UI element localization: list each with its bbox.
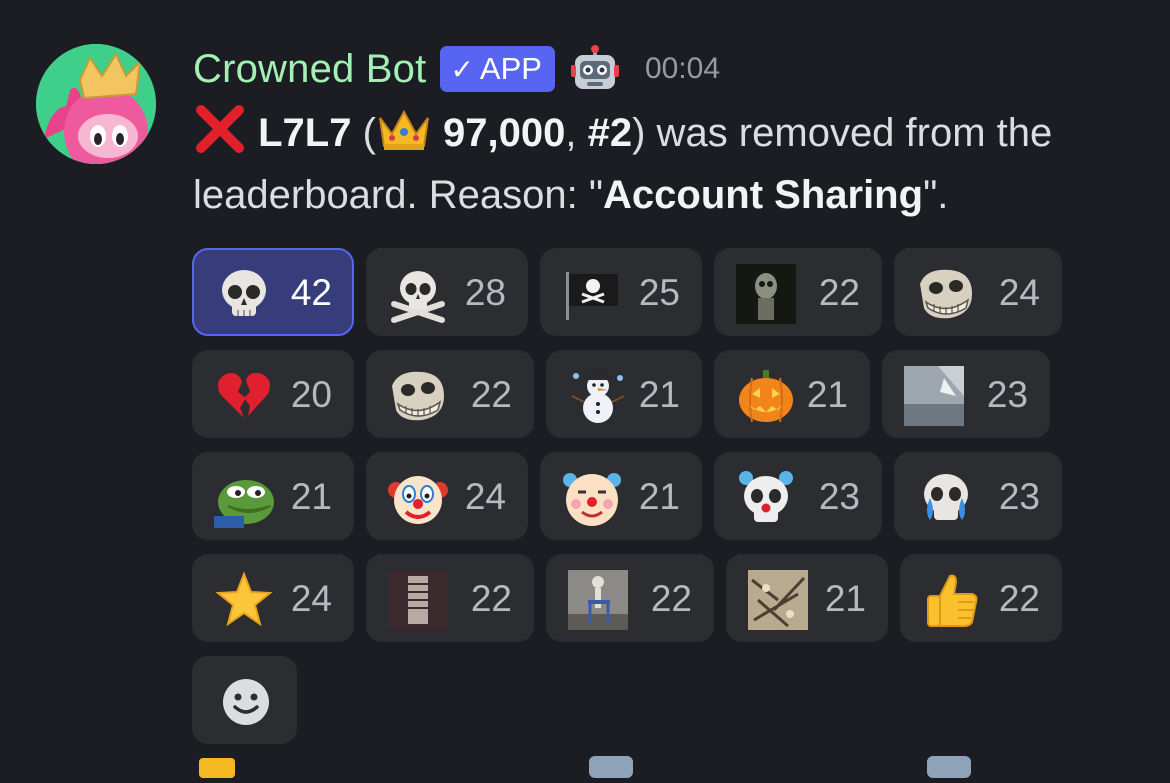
timestamp: 00:04 <box>644 52 721 85</box>
reaction-count: 21 <box>824 578 866 619</box>
reaction-count: 22 <box>998 578 1040 619</box>
reaction-custom-skeleton-walker[interactable]: 22 <box>546 554 714 642</box>
reaction-custom-crying-skull[interactable]: 23 <box>894 452 1062 540</box>
cross-mark-icon <box>196 105 244 153</box>
broken-heart-icon <box>218 372 270 418</box>
author-name[interactable]: Crowned Bot <box>193 47 426 92</box>
reaction-count: 28 <box>464 272 506 313</box>
reaction-skull-and-crossbones[interactable]: 28 <box>366 248 528 336</box>
reaction-count: 21 <box>806 374 848 415</box>
reaction-count: 22 <box>470 374 512 415</box>
reaction-custom-clown[interactable]: 21 <box>540 452 702 540</box>
skull-and-crossbones-icon <box>391 271 445 323</box>
leaderboard-rank: #2 <box>587 111 633 155</box>
avatar[interactable] <box>36 44 156 164</box>
reaction-star[interactable]: 24 <box>192 554 354 642</box>
reaction-count: 23 <box>998 476 1040 517</box>
reaction-count: 24 <box>290 578 332 619</box>
crown-count: 97,000 <box>443 111 566 155</box>
custom-pepe-frog-icon <box>214 480 274 528</box>
app-badge: ✓ APP <box>440 46 555 92</box>
reaction-clown-face[interactable]: 24 <box>366 452 528 540</box>
reaction-snowman[interactable]: 21 <box>546 350 702 438</box>
reaction-custom-troll-skull[interactable]: 22 <box>366 350 534 438</box>
pirate-flag-icon <box>566 272 618 320</box>
app-badge-label: APP <box>479 51 542 86</box>
removed-user: L7L7 <box>258 111 352 155</box>
reaction-count: 21 <box>638 476 680 517</box>
message-header: Crowned Bot ✓ APP 00:04 <box>193 38 720 100</box>
checkmark-icon: ✓ <box>450 53 474 85</box>
jack-o-lantern-icon <box>739 370 793 423</box>
reaction-thumbs-up[interactable]: 22 <box>900 554 1062 642</box>
custom-clown-skull-icon <box>739 471 793 522</box>
add-reaction-button[interactable] <box>192 656 297 744</box>
reaction-broken-heart[interactable]: 20 <box>192 350 354 438</box>
message-end: ". <box>923 173 949 217</box>
reaction-skull[interactable]: 42 <box>192 248 354 336</box>
custom-troll-skull-icon <box>920 269 972 319</box>
reaction-jack-o-lantern[interactable]: 21 <box>714 350 870 438</box>
custom-skeleton-image-icon <box>736 264 796 324</box>
star-icon <box>215 571 273 627</box>
reaction-custom-pepe-frog[interactable]: 21 <box>192 452 354 540</box>
separator: , <box>565 111 588 155</box>
reaction-custom-skeleton-image[interactable]: 22 <box>366 554 534 642</box>
thumbs-up-icon <box>927 574 978 627</box>
reaction-count: 22 <box>470 578 512 619</box>
reaction-count: 23 <box>986 374 1028 415</box>
custom-crying-skull-icon <box>924 474 968 520</box>
custom-skeleton-walker-icon <box>568 570 628 630</box>
reaction-count: 24 <box>998 272 1040 313</box>
clipped-content <box>199 756 971 778</box>
custom-skeleton-image-icon <box>388 570 448 630</box>
custom-skeleton-pile-icon <box>748 570 808 630</box>
custom-troll-skull-icon <box>392 371 444 421</box>
reaction-custom-clown-skull[interactable]: 23 <box>714 452 882 540</box>
fall-guys-crown-avatar-icon <box>36 44 156 164</box>
reaction-count: 20 <box>290 374 332 415</box>
reaction-count: 25 <box>638 272 680 313</box>
message: Crowned Bot ✓ APP 00:04 L7L7 (97,000, #… <box>0 0 1170 778</box>
paren-open: ( <box>351 111 376 155</box>
reaction-pirate-flag[interactable]: 25 <box>540 248 702 336</box>
add-reaction-smiley-icon <box>223 679 269 725</box>
next-message-partial <box>193 748 1093 778</box>
robot-icon <box>570 45 619 89</box>
snowman-icon <box>571 370 625 423</box>
reaction-count: 21 <box>290 476 332 517</box>
removal-reason: Account Sharing <box>603 173 924 217</box>
custom-blurry-image-icon <box>904 366 964 426</box>
reaction-count: 22 <box>818 272 860 313</box>
reaction-count: 23 <box>818 476 860 517</box>
custom-clown-icon <box>563 473 621 526</box>
reaction-custom-troll-skull[interactable]: 24 <box>894 248 1062 336</box>
message-content: L7L7 ( 97,000, #2) was removed from the … <box>193 102 1153 226</box>
reaction-count: 21 <box>638 374 680 415</box>
reaction-custom-skeleton-image[interactable]: 22 <box>714 248 882 336</box>
reaction-custom-skeleton-pile[interactable]: 21 <box>726 554 888 642</box>
reaction-custom-blurry-image[interactable]: 23 <box>882 350 1050 438</box>
reaction-count: 42 <box>290 272 332 313</box>
reaction-count: 24 <box>464 476 506 517</box>
skull-icon <box>222 270 266 316</box>
reaction-count: 22 <box>650 578 692 619</box>
clown-face-icon <box>388 476 448 524</box>
crown-icon <box>378 109 429 150</box>
